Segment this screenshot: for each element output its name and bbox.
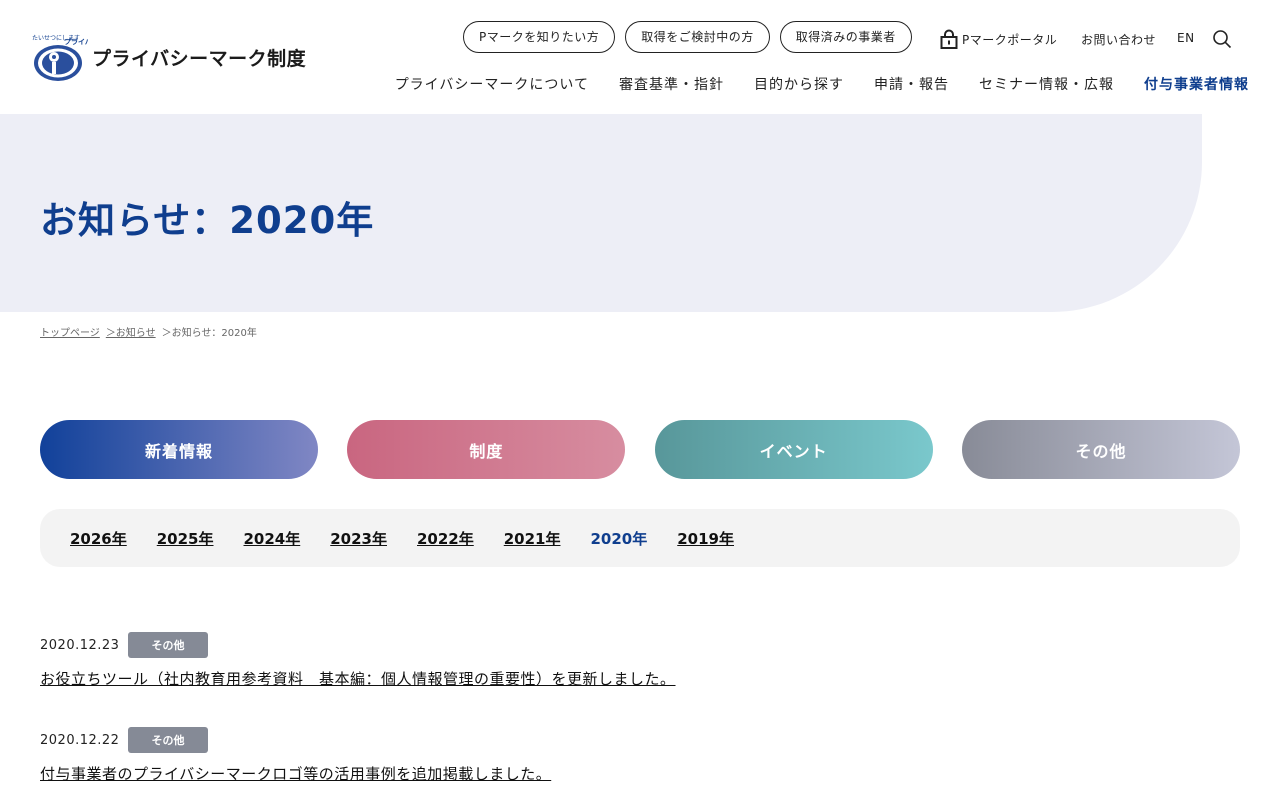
site-logo[interactable]: たいせつにします プライバシー プライバシーマーク制度 [30, 30, 306, 84]
news-title-link[interactable]: お役立ちツール（社内教育用参考資料 基本編：個人情報管理の重要性）を更新しました… [40, 668, 676, 689]
nav-about[interactable]: プライバシーマークについて [395, 74, 589, 94]
news-item: 2020.12.22 その他 付与事業者のプライバシーマークロゴ等の活用事例を追… [40, 727, 1240, 800]
breadcrumb-news[interactable]: ＞お知らせ [106, 324, 156, 339]
year-link-2024[interactable]: 2024年 [244, 528, 301, 549]
category-badge: その他 [128, 727, 208, 753]
year-link-2025[interactable]: 2025年 [157, 528, 214, 549]
category-event-button[interactable]: イベント [654, 420, 933, 479]
logo-text: プライバシーマーク制度 [92, 47, 307, 70]
page-title: お知らせ：2020年 [40, 199, 375, 242]
nav-criteria[interactable]: 審査基準・指針 [619, 74, 724, 94]
language-en-link[interactable]: EN [1177, 31, 1195, 45]
news-title-link[interactable]: 付与事業者のプライバシーマークロゴ等の活用事例を追加掲載しました。 [40, 763, 551, 784]
year-link-2020-current[interactable]: 2020年 [591, 528, 648, 549]
category-other-button[interactable]: その他 [961, 420, 1240, 479]
news-date: 2020.12.22 [40, 732, 120, 748]
main-nav: プライバシーマークについて 審査基準・指針 目的から探す 申請・報告 セミナー情… [395, 74, 1249, 94]
portal-link[interactable]: Pマークポータル [939, 29, 1057, 49]
breadcrumb: トップページ ＞お知らせ ＞お知らせ：2020年 [40, 324, 257, 339]
year-filter: 2026年 2025年 2024年 2023年 2022年 2021年 2020… [40, 509, 1240, 567]
privacy-mark-logo-icon: たいせつにします プライバシー [30, 30, 106, 84]
year-link-2023[interactable]: 2023年 [330, 528, 387, 549]
news-meta: 2020.12.22 その他 [40, 727, 1240, 753]
pill-considering[interactable]: 取得をご検討中の方 [625, 21, 770, 53]
breadcrumb-home[interactable]: トップページ [40, 324, 100, 339]
svg-text:プライバシー: プライバシー [64, 37, 88, 46]
pill-learn-pmark[interactable]: Pマークを知りたい方 [463, 21, 616, 53]
category-system-button[interactable]: 制度 [347, 420, 626, 479]
breadcrumb-current: ＞お知らせ：2020年 [161, 328, 257, 339]
audience-links: Pマークを知りたい方 取得をご検討中の方 取得済みの事業者 [463, 21, 912, 53]
nav-seminar[interactable]: セミナー情報・広報 [979, 74, 1114, 94]
news-meta: 2020.12.23 その他 [40, 632, 1240, 658]
year-link-2021[interactable]: 2021年 [504, 528, 561, 549]
site-header: たいせつにします プライバシー プライバシーマーク制度 Pマークを知りたい方 取… [0, 0, 1280, 114]
nav-certified-companies[interactable]: 付与事業者情報 [1144, 74, 1249, 94]
news-date: 2020.12.23 [40, 637, 120, 653]
news-item: 2020.12.23 その他 お役立ちツール（社内教育用参考資料 基本編：個人情… [40, 632, 1240, 727]
portal-label: Pマークポータル [962, 32, 1058, 47]
nav-purpose[interactable]: 目的から探す [754, 74, 844, 94]
contact-link[interactable]: お問い合わせ [1081, 31, 1156, 48]
page-hero: お知らせ：2020年 [0, 114, 1202, 312]
pill-certified[interactable]: 取得済みの事業者 [779, 21, 912, 53]
news-list: 2020.12.23 その他 お役立ちツール（社内教育用参考資料 基本編：個人情… [40, 632, 1240, 800]
search-icon[interactable] [1212, 29, 1232, 49]
category-badge: その他 [128, 632, 208, 658]
year-link-2026[interactable]: 2026年 [70, 528, 127, 549]
year-link-2019[interactable]: 2019年 [677, 528, 734, 549]
category-news-button[interactable]: 新着情報 [40, 420, 318, 479]
year-link-2022[interactable]: 2022年 [417, 528, 474, 549]
nav-application[interactable]: 申請・報告 [874, 74, 949, 94]
lock-icon [939, 29, 959, 49]
category-buttons: 新着情報 制度 イベント その他 [40, 420, 1240, 479]
